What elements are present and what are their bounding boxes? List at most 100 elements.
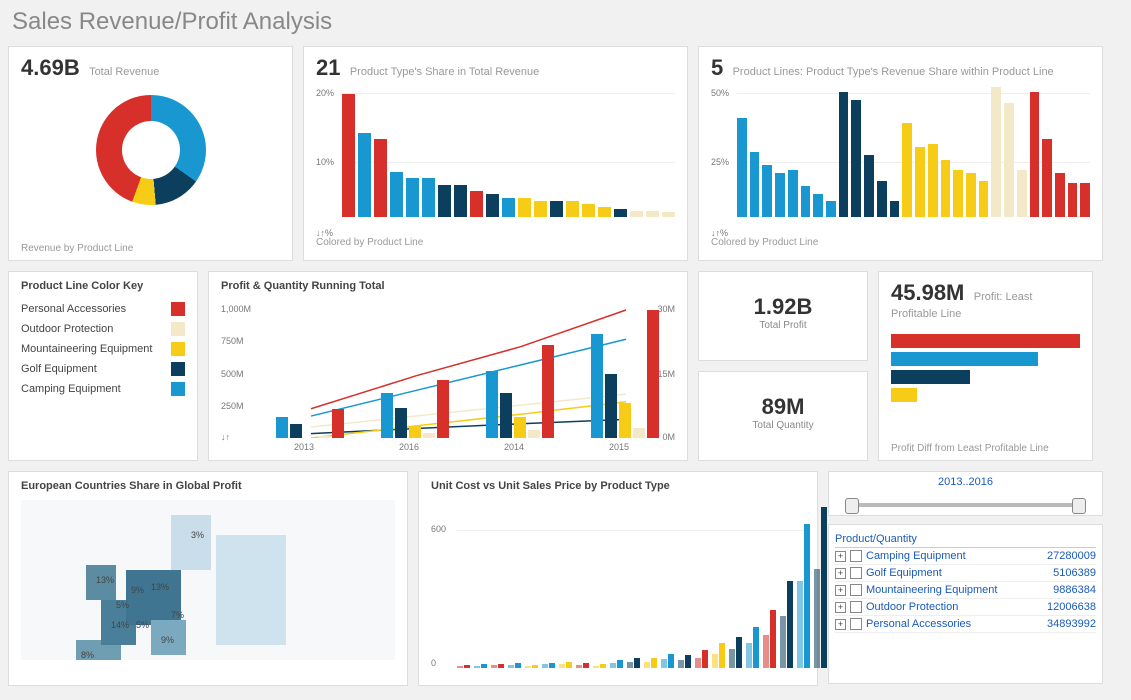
bar-price[interactable] <box>583 663 589 668</box>
bar[interactable] <box>839 92 849 217</box>
bar[interactable] <box>928 144 938 217</box>
bar[interactable] <box>486 371 498 438</box>
bar-cost[interactable] <box>644 662 650 668</box>
bar-price[interactable] <box>719 643 725 668</box>
bar-price[interactable] <box>600 664 606 668</box>
bar[interactable] <box>953 170 963 217</box>
bar[interactable] <box>454 185 467 218</box>
bar-cost[interactable] <box>593 666 599 668</box>
bar[interactable] <box>342 94 355 218</box>
bar-price[interactable] <box>464 665 470 668</box>
bar-cost[interactable] <box>627 662 633 668</box>
bar-cost[interactable] <box>474 666 480 668</box>
donut-chart[interactable] <box>96 95 206 205</box>
bar[interactable] <box>630 211 643 218</box>
bar[interactable] <box>514 417 526 438</box>
bar-price[interactable] <box>770 610 776 668</box>
bar[interactable] <box>423 433 435 438</box>
bar-cost[interactable] <box>457 666 463 668</box>
bar[interactable] <box>290 424 302 438</box>
bar[interactable] <box>1055 173 1065 217</box>
bar[interactable] <box>775 173 785 217</box>
bar[interactable] <box>390 172 403 218</box>
bar[interactable] <box>750 152 760 217</box>
bar[interactable] <box>979 181 989 217</box>
tree-row[interactable]: +Personal Accessories34893992 <box>835 616 1096 633</box>
unit-cost-chart[interactable] <box>457 498 805 668</box>
bar-price[interactable] <box>532 665 538 668</box>
bar[interactable] <box>890 201 900 217</box>
expand-icon[interactable]: + <box>835 619 846 630</box>
bar[interactable] <box>276 417 288 438</box>
bar-cost[interactable] <box>814 569 820 668</box>
tree-row[interactable]: +Mountaineering Equipment9886384 <box>835 582 1096 599</box>
bar-cost[interactable] <box>746 643 752 668</box>
sort-icon[interactable]: ↓↑% <box>316 228 333 238</box>
bar-price[interactable] <box>617 660 623 668</box>
bar[interactable] <box>646 211 659 218</box>
bar[interactable] <box>813 194 823 217</box>
bar[interactable] <box>422 178 435 217</box>
bar[interactable] <box>762 165 772 217</box>
bar[interactable] <box>619 403 631 438</box>
bar[interactable] <box>318 436 330 438</box>
bar-price[interactable] <box>753 627 759 668</box>
expand-icon[interactable]: + <box>835 568 846 579</box>
bar-price[interactable] <box>634 658 640 668</box>
bar[interactable] <box>902 123 912 217</box>
sort-icon[interactable]: ↓↑% <box>711 228 728 238</box>
bar-cost[interactable] <box>797 581 803 668</box>
bar[interactable] <box>788 170 798 217</box>
bar[interactable] <box>1042 139 1052 217</box>
checkbox[interactable] <box>850 618 862 630</box>
bar-price[interactable] <box>804 524 810 668</box>
bar[interactable] <box>1017 170 1027 217</box>
bar-cost[interactable] <box>695 658 701 668</box>
bar-price[interactable] <box>515 663 521 668</box>
legend-item[interactable]: Outdoor Protection <box>21 322 185 336</box>
hbar[interactable] <box>891 334 1080 348</box>
bar-price[interactable] <box>481 664 487 668</box>
bar[interactable] <box>566 201 579 217</box>
expand-icon[interactable]: + <box>835 551 846 562</box>
bar[interactable] <box>877 181 887 217</box>
bar[interactable] <box>941 160 951 217</box>
expand-icon[interactable]: + <box>835 602 846 613</box>
bar[interactable] <box>598 207 611 217</box>
bar[interactable] <box>438 185 451 218</box>
bar-chart-line-share[interactable] <box>737 87 1090 217</box>
bar[interactable] <box>605 374 617 438</box>
tree-row[interactable]: +Golf Equipment5106389 <box>835 565 1096 582</box>
hbar[interactable] <box>891 370 970 384</box>
bar[interactable] <box>437 380 449 438</box>
hbar[interactable] <box>891 352 1038 366</box>
bar[interactable] <box>500 393 512 438</box>
combo-chart[interactable]: 1,000M 750M 500M 250M ↓↑ 30M 15M 0M 2013… <box>261 298 641 438</box>
checkbox[interactable] <box>850 567 862 579</box>
bar[interactable] <box>332 409 344 438</box>
bar[interactable] <box>518 198 531 218</box>
bar-cost[interactable] <box>763 635 769 668</box>
legend-item[interactable]: Personal Accessories <box>21 302 185 316</box>
bar-price[interactable] <box>668 654 674 668</box>
legend-item[interactable]: Camping Equipment <box>21 382 185 396</box>
bar[interactable] <box>737 118 747 217</box>
bar[interactable] <box>647 310 659 438</box>
bar[interactable] <box>966 173 976 217</box>
tree-row[interactable]: +Camping Equipment27280009 <box>835 548 1096 565</box>
bar[interactable] <box>542 345 554 438</box>
expand-icon[interactable]: + <box>835 585 846 596</box>
slider-handle-left[interactable] <box>845 498 859 514</box>
bar[interactable] <box>374 139 387 217</box>
bar[interactable] <box>550 201 563 217</box>
bar-cost[interactable] <box>508 665 514 668</box>
bar-cost[interactable] <box>780 616 786 668</box>
bar-price[interactable] <box>787 581 793 668</box>
bar-chart-type-share[interactable] <box>342 87 675 217</box>
bar[interactable] <box>534 201 547 217</box>
bar-price[interactable] <box>685 655 691 668</box>
bar[interactable] <box>1080 183 1090 217</box>
bar[interactable] <box>409 426 421 438</box>
bar-cost[interactable] <box>491 665 497 668</box>
bar-cost[interactable] <box>542 664 548 668</box>
